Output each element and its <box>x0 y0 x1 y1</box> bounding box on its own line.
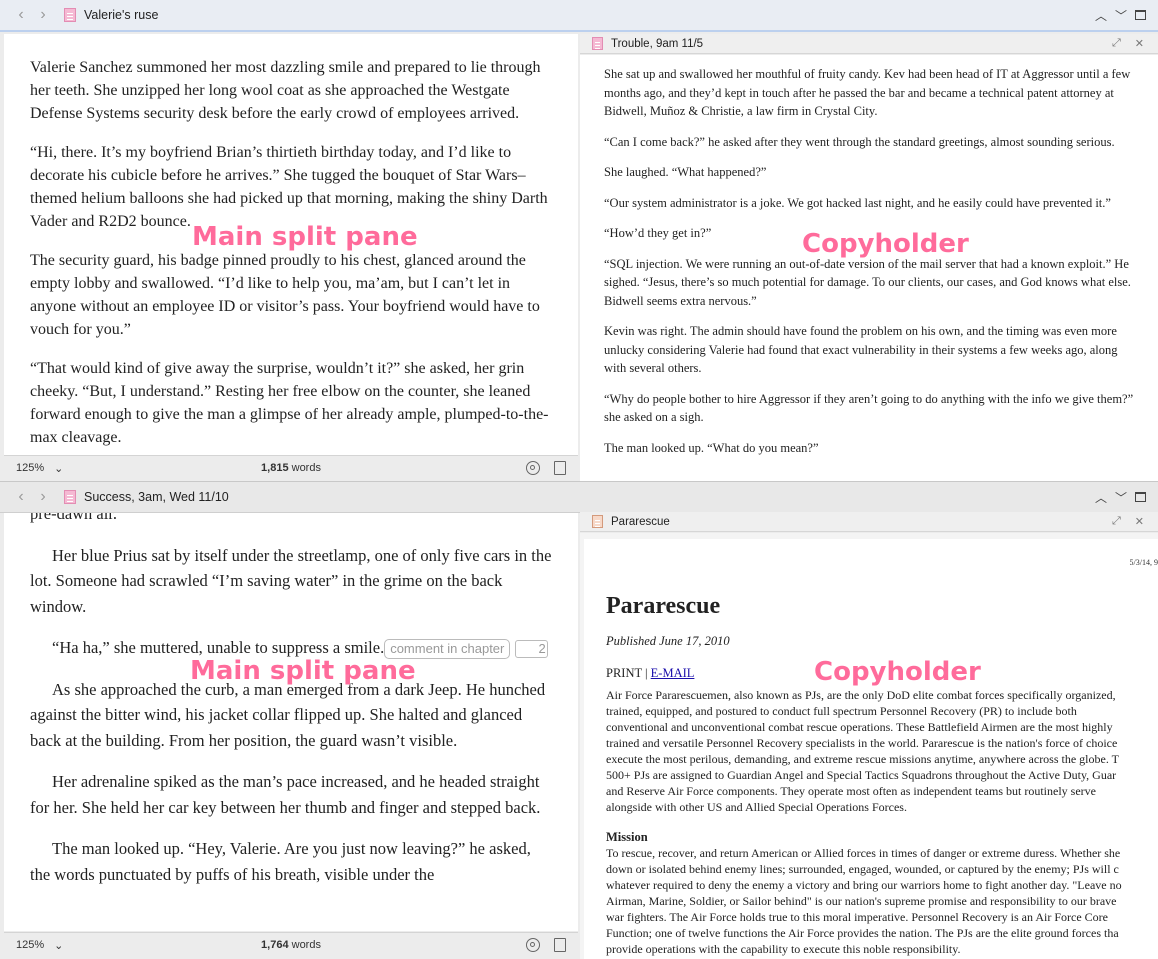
body-line: down or isolated behind enemy lines; sur… <box>606 862 1119 876</box>
chevron-down-icon: ⌄ <box>54 462 64 475</box>
body-line: provide operations with the capability t… <box>606 942 961 956</box>
paragraph: “Why do people bother to hire Aggressor … <box>604 391 1134 425</box>
word-count-value: 1,815 <box>261 462 289 474</box>
zoom-select[interactable]: 125% ⌄ <box>16 462 63 475</box>
paragraph[interactable]: pre-dawn air. <box>30 513 552 527</box>
open-external-icon[interactable]: ⤢ <box>1112 515 1121 528</box>
paragraph-text: “Ha ha,” she muttered, unable to suppres… <box>52 638 385 657</box>
word-count: 1,764 words <box>4 939 578 951</box>
close-icon[interactable]: ✕ <box>1135 37 1144 50</box>
back-arrow-icon[interactable]: ‹ <box>10 489 32 505</box>
split-toggle-icon[interactable] <box>1135 10 1146 20</box>
word-count-value: 1,764 <box>261 939 289 951</box>
zoom-value: 125% <box>16 462 45 474</box>
paragraph[interactable]: “Hi, there. It’s my boyfriend Brian’s th… <box>30 141 552 233</box>
split-toggle-icon[interactable] <box>1135 492 1146 502</box>
back-arrow-icon[interactable]: ‹ <box>10 7 32 23</box>
next-document-icon[interactable]: ﹀ <box>1115 7 1127 24</box>
header-controls: ︿ ﹀ <box>1095 0 1146 30</box>
web-share-links: PRINT | E-MAIL <box>606 665 1158 681</box>
main-split-pane-top[interactable]: Valerie Sanchez summoned her most dazzli… <box>4 34 578 455</box>
zoom-select[interactable]: 125% ⌄ <box>16 939 63 952</box>
target-icon[interactable] <box>526 938 540 952</box>
paragraph[interactable]: Her adrenaline spiked as the man’s pace … <box>30 769 552 820</box>
header-controls: ︿ ﹀ <box>1095 482 1146 512</box>
paragraph: She laughed. “What happened?” <box>604 165 767 179</box>
body-line: Function; one of twelve functions the Ai… <box>606 926 1119 940</box>
document-title[interactable]: Valerie's ruse <box>84 8 158 22</box>
editor-footer-bottom: 125% ⌄ 1,764 words <box>4 932 578 957</box>
body-line: Air Force Pararescuemen, also known as P… <box>606 688 1116 702</box>
inline-comment[interactable]: comment in chapter <box>384 639 511 659</box>
bottom-editor-header: ‹ › Success, 3am, Wed 11/10 ︿ ﹀ <box>0 481 1158 513</box>
paragraph[interactable]: As she approached the curb, a man emerge… <box>30 677 552 754</box>
chevron-down-icon: ⌄ <box>54 939 64 952</box>
body-line: trained and versatile Personnel Recovery… <box>606 736 1118 750</box>
body-line: whatever required to deny the enemy a vi… <box>606 878 1122 892</box>
previous-document-icon[interactable]: ︿ <box>1095 489 1107 506</box>
body-line: conventional and unconventional combat r… <box>606 720 1113 734</box>
body-line: To rescue, recover, and return American … <box>606 846 1121 860</box>
paragraph: “SQL injection. We were running an out-o… <box>604 256 1131 308</box>
next-document-icon[interactable]: ﹀ <box>1115 489 1127 506</box>
paragraph[interactable]: Her blue Prius sat by itself under the s… <box>30 543 552 620</box>
email-link[interactable]: E-MAIL <box>651 666 695 680</box>
body-line: 500+ PJs are assigned to Guardian Angel … <box>606 768 1117 782</box>
main-split-pane-bottom[interactable]: pre-dawn air. Her blue Prius sat by itse… <box>4 513 578 931</box>
copyholder-pane-bottom[interactable]: 5/3/14, 9 Pararescue Published June 17, … <box>580 533 1158 959</box>
copyholder-header-bottom: Pararescue ⤢ ✕ <box>580 512 1158 532</box>
body-line: trained, equipped, and postured to condu… <box>606 704 1077 718</box>
copyholder-pane-top[interactable]: She sat up and swallowed her mouthful of… <box>580 55 1158 481</box>
document-icon <box>592 37 603 50</box>
paragraph: “Our system administrator is a joke. We … <box>604 195 1111 210</box>
notes-icon[interactable] <box>554 938 566 952</box>
paragraph[interactable]: “Ha ha,” she muttered, unable to suppres… <box>30 635 552 661</box>
document-title[interactable]: Success, 3am, Wed 11/10 <box>84 490 229 504</box>
body-line: Airman, Marine, Soldier, or Sailor behin… <box>606 894 1117 908</box>
editor-footer-top: 125% ⌄ 1,815 words <box>4 455 578 480</box>
print-link[interactable]: PRINT <box>606 666 642 680</box>
zoom-value: 125% <box>16 939 45 951</box>
mission-heading: Mission <box>606 830 648 844</box>
body-line: execute the most perilous, demanding, an… <box>606 752 1119 766</box>
inline-comment-end[interactable]: 2 <box>514 640 548 658</box>
paragraph[interactable]: The man looked up. “Hey, Valerie. Are yo… <box>30 836 552 887</box>
web-mission: Mission To rescue, recover, and return A… <box>606 829 1158 957</box>
body-line: and Reserve Air Force components. They o… <box>606 784 1096 798</box>
paragraph: Kevin was right. The admin should have f… <box>604 324 1118 375</box>
document-icon <box>64 490 76 504</box>
separator: | <box>645 666 648 680</box>
copyholder-title: Trouble, 9am 11/5 <box>611 37 704 50</box>
copyholder-title: Pararescue <box>611 515 670 528</box>
forward-arrow-icon[interactable]: › <box>32 7 54 23</box>
forward-arrow-icon[interactable]: › <box>32 489 54 505</box>
open-external-icon[interactable]: ⤢ <box>1112 37 1121 50</box>
web-published-date: Published June 17, 2010 <box>606 634 730 648</box>
document-icon <box>64 8 76 22</box>
webpage-icon <box>592 515 603 528</box>
previous-document-icon[interactable]: ︿ <box>1095 7 1107 24</box>
web-heading: Pararescue <box>606 593 721 619</box>
paragraph: The man looked up. “What do you mean?” <box>604 440 819 455</box>
paragraph: She sat up and swallowed her mouthful of… <box>604 67 1131 118</box>
copyholder-header-top: Trouble, 9am 11/5 ⤢ ✕ <box>580 34 1158 54</box>
web-date-stamp: 5/3/14, 9 <box>1129 558 1158 567</box>
paragraph[interactable]: The security guard, his badge pinned pro… <box>30 249 552 341</box>
body-line: alongside with other US and Allied Speci… <box>606 800 907 814</box>
word-count-label: words <box>291 939 321 951</box>
web-body: Air Force Pararescuemen, also known as P… <box>606 687 1158 815</box>
paragraph[interactable]: Valerie Sanchez summoned her most dazzli… <box>30 56 552 125</box>
webpage-content: 5/3/14, 9 Pararescue Published June 17, … <box>584 539 1158 959</box>
notes-icon[interactable] <box>554 461 566 475</box>
body-line: war fighters. The Air Force holds true t… <box>606 910 1108 924</box>
paragraph: “How’d they get in?” <box>604 226 712 240</box>
word-count-label: words <box>291 462 321 474</box>
target-icon[interactable] <box>526 461 540 475</box>
top-editor-header: ‹ › Valerie's ruse ︿ ﹀ <box>0 0 1158 32</box>
paragraph[interactable]: “That would kind of give away the surpri… <box>30 357 552 449</box>
word-count: 1,815 words <box>4 462 578 474</box>
paragraph: “Can I come back?” he asked after they w… <box>604 134 1115 149</box>
close-icon[interactable]: ✕ <box>1135 515 1144 528</box>
